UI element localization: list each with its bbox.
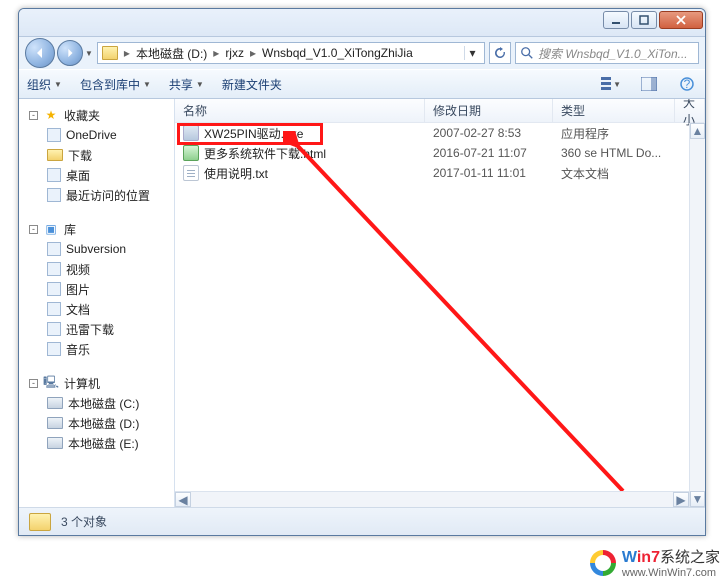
address-bar[interactable]: ▸ 本地磁盘 (D:) ▸ rjxz ▸ Wnsbqd_V1.0_XiTongZ… — [97, 42, 485, 64]
vertical-scrollbar[interactable]: ▲ ▼ — [689, 123, 705, 507]
tree-favorites[interactable]: -★收藏夹 — [25, 105, 174, 125]
html-icon — [183, 145, 199, 161]
share-menu[interactable]: 共享▼ — [169, 76, 204, 93]
tree-item[interactable]: 最近访问的位置 — [25, 185, 174, 205]
help-button[interactable]: ? — [677, 75, 697, 93]
svg-text:?: ? — [684, 77, 691, 91]
nav-row: ▼ ▸ 本地磁盘 (D:) ▸ rjxz ▸ Wnsbqd_V1.0_XiTon… — [19, 37, 705, 69]
windows-logo-icon — [590, 550, 616, 576]
scroll-left-icon[interactable]: ◀ — [175, 492, 191, 507]
video-icon — [47, 262, 61, 276]
tree-item[interactable]: 音乐 — [25, 339, 174, 359]
watermark-url: www.WinWin7.com — [622, 567, 720, 579]
new-folder-button[interactable]: 新建文件夹 — [222, 76, 282, 93]
tree-item[interactable]: 本地磁盘 (D:) — [25, 413, 174, 433]
file-row[interactable]: 更多系统软件下载.html 2016-07-21 11:07 360 se HT… — [175, 143, 705, 163]
tree-item[interactable]: 本地磁盘 (E:) — [25, 433, 174, 453]
column-headers: 名称 修改日期 类型 大小 — [175, 99, 705, 123]
breadcrumb[interactable]: rjxz — [225, 46, 244, 60]
maximize-button[interactable] — [631, 11, 657, 29]
col-name[interactable]: 名称 — [175, 99, 425, 122]
organize-menu[interactable]: 组织▼ — [27, 76, 62, 93]
annotation-arrow — [283, 131, 633, 501]
minimize-button[interactable] — [603, 11, 629, 29]
tree-computer[interactable]: -🖳计算机 — [25, 373, 174, 393]
scroll-right-icon[interactable]: ▶ — [673, 492, 689, 507]
address-dropdown-icon[interactable]: ▾ — [464, 46, 480, 60]
tree-item[interactable]: Subversion — [25, 239, 174, 259]
folder-icon — [29, 513, 51, 531]
close-button[interactable] — [659, 11, 703, 29]
titlebar — [19, 9, 705, 37]
tree-item[interactable]: 桌面 — [25, 165, 174, 185]
collapse-icon[interactable]: - — [29, 379, 38, 388]
desktop-icon — [47, 168, 61, 182]
breadcrumb[interactable]: Wnsbqd_V1.0_XiTongZhiJia — [262, 46, 413, 60]
refresh-button[interactable] — [489, 42, 511, 64]
search-placeholder: 搜索 Wnsbqd_V1.0_XiTon... — [538, 45, 688, 62]
back-button[interactable] — [25, 38, 55, 68]
watermark: Win7系统之家 www.WinWin7.com — [590, 546, 720, 579]
onedrive-icon — [47, 128, 61, 142]
horizontal-scrollbar[interactable]: ◀ ▶ — [175, 491, 689, 507]
scroll-down-icon[interactable]: ▼ — [690, 491, 705, 507]
tree-item[interactable]: 视频 — [25, 259, 174, 279]
col-size[interactable]: 大小 — [675, 99, 705, 122]
tree-item[interactable]: 图片 — [25, 279, 174, 299]
col-date[interactable]: 修改日期 — [425, 99, 553, 122]
collapse-icon[interactable]: - — [29, 225, 38, 234]
subversion-icon — [47, 242, 61, 256]
forward-button[interactable] — [57, 40, 83, 66]
file-row[interactable]: XW25PIN驱动.exe 2007-02-27 8:53 应用程序 — [175, 123, 705, 143]
documents-icon — [47, 302, 61, 316]
status-bar: 3 个对象 — [19, 507, 705, 535]
search-input[interactable]: 搜索 Wnsbqd_V1.0_XiTon... — [515, 42, 699, 64]
collapse-icon[interactable]: - — [29, 111, 38, 120]
downloads-icon — [47, 149, 63, 161]
folder-icon — [102, 46, 118, 60]
recent-icon — [47, 188, 61, 202]
tree-item[interactable]: 本地磁盘 (C:) — [25, 393, 174, 413]
tree-item[interactable]: 文档 — [25, 299, 174, 319]
tree-item[interactable]: 下载 — [25, 145, 174, 165]
breadcrumb[interactable]: 本地磁盘 (D:) — [136, 45, 207, 62]
tree-item[interactable]: OneDrive — [25, 125, 174, 145]
txt-icon — [183, 165, 199, 181]
drive-icon — [47, 417, 63, 429]
explorer-window: ▼ ▸ 本地磁盘 (D:) ▸ rjxz ▸ Wnsbqd_V1.0_XiTon… — [18, 8, 706, 536]
exe-icon — [183, 125, 199, 141]
library-icon: ▣ — [43, 221, 59, 237]
view-options-button[interactable]: ▼ — [601, 75, 621, 93]
tree-libraries[interactable]: -▣库 — [25, 219, 174, 239]
computer-icon: 🖳 — [43, 375, 59, 391]
col-type[interactable]: 类型 — [553, 99, 675, 122]
include-library-menu[interactable]: 包含到库中▼ — [80, 76, 151, 93]
pictures-icon — [47, 282, 61, 296]
music-icon — [47, 342, 61, 356]
thunder-icon — [47, 322, 61, 336]
toolbar: 组织▼ 包含到库中▼ 共享▼ 新建文件夹 ▼ ? — [19, 69, 705, 99]
preview-pane-button[interactable] — [639, 75, 659, 93]
file-list-pane: 名称 修改日期 类型 大小 XW25PIN驱动.exe 2007-02-27 8… — [175, 99, 705, 507]
nav-tree: -★收藏夹 OneDrive 下载 桌面 最近访问的位置 -▣库 Subvers… — [19, 99, 175, 507]
star-icon: ★ — [43, 107, 59, 123]
drive-icon — [47, 397, 63, 409]
tree-item[interactable]: 迅雷下载 — [25, 319, 174, 339]
drive-icon — [47, 437, 63, 449]
file-row[interactable]: 使用说明.txt 2017-01-11 11:01 文本文档 — [175, 163, 705, 183]
status-text: 3 个对象 — [61, 513, 107, 530]
history-dropdown-icon[interactable]: ▼ — [85, 49, 93, 58]
scroll-up-icon[interactable]: ▲ — [690, 123, 705, 139]
